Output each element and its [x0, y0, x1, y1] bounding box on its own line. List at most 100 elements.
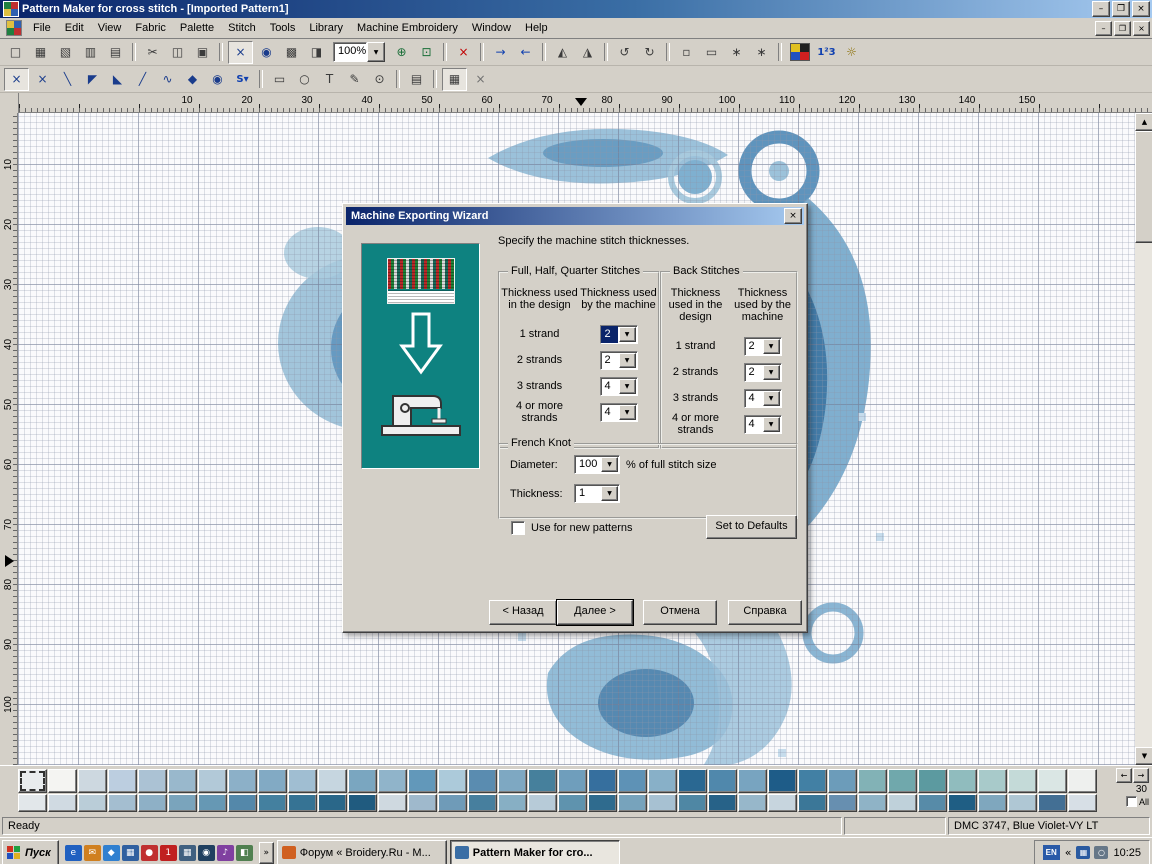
full-stitch-tool[interactable]: × [4, 68, 29, 91]
palette-swatch[interactable] [48, 794, 77, 812]
thickness-combo[interactable]: 2 ▼ [600, 325, 638, 344]
combo-value[interactable]: 4 [745, 416, 762, 433]
thickness-combo[interactable]: 2 ▼ [600, 351, 638, 370]
combo-value[interactable]: 2 [745, 338, 762, 355]
palette-swatch[interactable] [228, 794, 257, 812]
browser-icon[interactable]: ◉ [198, 845, 215, 861]
palette-scroll-right-icon[interactable]: → [1133, 768, 1149, 783]
palette-swatch[interactable] [378, 794, 407, 812]
combo-value[interactable]: 100 [575, 456, 600, 473]
palette-swatch[interactable] [528, 769, 557, 793]
palette-swatch[interactable] [798, 794, 827, 812]
combo-arrow-icon[interactable]: ▼ [601, 457, 618, 472]
palette-swatch[interactable] [468, 794, 497, 812]
combo-value[interactable]: 2 [745, 364, 762, 381]
combo-arrow-icon[interactable]: ▼ [763, 391, 780, 406]
palette-swatch[interactable] [678, 769, 707, 793]
knot-thickness-combo[interactable]: 1 ▼ [574, 484, 620, 503]
combo-value[interactable]: 2 [601, 352, 618, 369]
palette-swatch[interactable] [198, 769, 227, 793]
stitches-view-icon[interactable]: × [228, 41, 253, 64]
dialog-close-icon[interactable]: × [784, 208, 802, 224]
rotate-cw-icon[interactable]: ↻ [638, 42, 661, 63]
combo-value[interactable]: 2 [601, 326, 618, 343]
palette-swatch[interactable] [618, 794, 647, 812]
combo-arrow-icon[interactable]: ▼ [619, 379, 636, 394]
palette-swatch[interactable] [768, 794, 797, 812]
quarter-stitch-tool[interactable]: ◤ [81, 69, 104, 90]
palette-scroll-left-icon[interactable]: ← [1116, 768, 1132, 783]
palette-swatch[interactable] [768, 769, 797, 793]
palette-swatch[interactable] [588, 769, 617, 793]
messenger-tray-icon[interactable]: ○ [1094, 846, 1108, 859]
palette-swatch[interactable] [348, 794, 377, 812]
export-icon[interactable]: ← [514, 42, 537, 63]
diameter-combo[interactable]: 100 ▼ [574, 455, 620, 474]
palette-swatch[interactable] [858, 769, 887, 793]
menu-item[interactable]: View [91, 20, 129, 36]
flip-vertical-icon[interactable]: ◮ [576, 42, 599, 63]
mail-icon[interactable]: ✉ [84, 845, 101, 861]
palette-swatch[interactable] [468, 769, 497, 793]
palette-swatch[interactable] [708, 769, 737, 793]
minimize-button[interactable]: – [1092, 1, 1110, 17]
palette-swatch[interactable] [618, 769, 647, 793]
menu-item[interactable]: Fabric [128, 20, 173, 36]
palette-swatch[interactable] [198, 794, 227, 812]
palette-swatch[interactable] [1008, 794, 1037, 812]
palette-swatch[interactable] [408, 769, 437, 793]
combo-arrow-icon[interactable]: ▼ [619, 353, 636, 368]
hide-stitches-icon[interactable]: × [469, 69, 492, 90]
quick-launch-overflow-icon[interactable]: » [259, 842, 274, 864]
palette-swatch[interactable] [858, 794, 887, 812]
print-icon[interactable]: ▤ [104, 42, 127, 63]
palette-swatch[interactable] [558, 794, 587, 812]
backstitch-tool[interactable]: ∿ [156, 69, 179, 90]
palette-swatch[interactable] [648, 769, 677, 793]
three-quarter-stitch-tool[interactable]: ◣ [106, 69, 129, 90]
zoom-tool[interactable]: ⊙ [368, 69, 391, 90]
zoom-combo[interactable]: 100% ▼ [333, 42, 385, 62]
palette-block-icon[interactable] [790, 43, 810, 61]
palette-swatch[interactable] [918, 794, 947, 812]
palette-swatch[interactable] [138, 769, 167, 793]
scroll-up-icon[interactable]: ▲ [1135, 113, 1152, 131]
palette-swatch[interactable] [48, 769, 77, 793]
scroll-down-icon[interactable]: ▼ [1135, 747, 1152, 765]
settings-icon[interactable]: ☼ [840, 42, 863, 63]
tray-chevron-icon[interactable]: « [1065, 846, 1072, 859]
motif-icon[interactable]: ∗ [725, 42, 748, 63]
palette-swatch[interactable] [678, 794, 707, 812]
palette-swatch[interactable] [138, 794, 167, 812]
grid-app-icon[interactable]: ▦ [179, 845, 196, 861]
special-stitch-tool[interactable]: S▾ [231, 69, 254, 90]
palette-swatch[interactable] [168, 794, 197, 812]
mdi-close-button[interactable]: × [1133, 21, 1150, 36]
select-pattern-icon[interactable]: ▫ [675, 42, 698, 63]
new-icon[interactable]: □ [4, 42, 27, 63]
combo-value[interactable]: 4 [745, 390, 762, 407]
palette-swatch[interactable] [948, 769, 977, 793]
menu-item[interactable]: Machine Embroidery [350, 20, 465, 36]
palette-swatch[interactable] [228, 769, 257, 793]
thickness-combo[interactable]: 4 ▼ [600, 403, 638, 422]
copy-icon[interactable]: ◫ [166, 42, 189, 63]
close-button[interactable]: × [1132, 1, 1150, 17]
rect-select-tool[interactable]: ▭ [268, 69, 291, 90]
palette-swatch[interactable] [948, 794, 977, 812]
palette-swatch[interactable] [1038, 794, 1067, 812]
taskbar-task-button[interactable]: Pattern Maker for cro... [450, 840, 620, 864]
back-button[interactable]: < Назад [489, 600, 557, 625]
thickness-combo[interactable]: 4 ▼ [744, 415, 782, 434]
mdi-restore-button[interactable]: ❐ [1114, 21, 1131, 36]
palette-swatch[interactable] [978, 794, 1007, 812]
palette-swatch[interactable] [498, 769, 527, 793]
text-tool[interactable]: T [318, 69, 341, 90]
language-indicator[interactable]: EN [1043, 845, 1060, 860]
palette-swatch[interactable] [738, 794, 767, 812]
cut-icon[interactable]: ✂ [141, 42, 164, 63]
menu-item[interactable]: Stitch [221, 20, 263, 36]
palette-swatch[interactable] [258, 769, 287, 793]
vertical-scrollbar[interactable]: ▲ ▼ [1135, 113, 1152, 765]
palette-swatch[interactable] [258, 794, 287, 812]
